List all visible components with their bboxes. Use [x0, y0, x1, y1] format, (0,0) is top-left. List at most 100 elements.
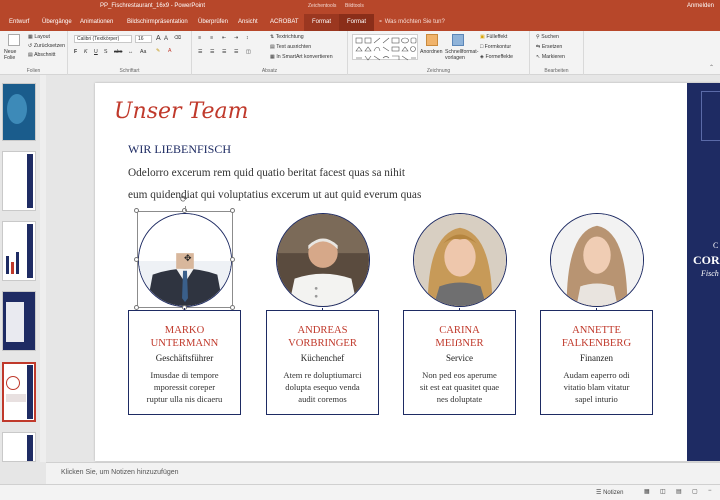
shape-outline-button[interactable]: □ Formkontur — [480, 44, 511, 50]
status-bar: ☰ Notizen ▦ ◫ ▤ ▢ − — [0, 484, 720, 500]
text-direction-button[interactable]: ⇅ Textrichtung — [270, 34, 304, 40]
slide-body-line[interactable]: eum quidendiat qui voluptatius excerum u… — [128, 189, 421, 201]
tab-view[interactable]: Ansicht — [238, 14, 258, 31]
slide-title[interactable]: Unser Team — [114, 99, 249, 124]
picture-tools-label: Bildtools — [345, 3, 364, 9]
notes-placeholder: Klicken Sie, um Notizen hinzuzufügen — [61, 469, 179, 476]
align-text-button[interactable]: ▤ Text ausrichten — [270, 44, 311, 50]
sign-in-link[interactable]: Anmelden — [687, 3, 714, 9]
description-line: Atem re doluptiumarci — [283, 370, 362, 380]
team-card-annette[interactable]: ANNETTE FALKENBERG Finanzen Audam eaperro… — [540, 310, 653, 415]
resize-handle[interactable] — [134, 208, 139, 213]
team-photo-andreas[interactable] — [276, 213, 370, 307]
thumbnail-circle — [6, 376, 20, 390]
indent-decrease-icon[interactable]: ⇤ — [222, 35, 226, 41]
description-line: mporessit coreper — [153, 382, 216, 392]
member-description: Audam eaperro odi vitatio blam vitatur sap… — [541, 369, 652, 405]
tab-acrobat[interactable]: ACROBAT — [270, 14, 299, 31]
tab-transitions[interactable]: Übergänge — [42, 14, 72, 31]
slide-thumbnail[interactable] — [2, 151, 36, 211]
team-photo-carina[interactable] — [413, 213, 507, 307]
tab-slideshow[interactable]: Bildschirmpräsentation — [127, 14, 188, 31]
layout-button[interactable]: ▦ Layout — [28, 34, 50, 40]
rotate-handle-icon[interactable]: ⟳ — [180, 194, 188, 205]
slide-sorter-icon[interactable]: ◫ — [660, 488, 666, 495]
char-spacing-icon[interactable]: ↔ — [128, 49, 133, 55]
columns-icon[interactable]: ◫ — [246, 49, 251, 55]
align-left-icon[interactable]: ☰ — [198, 49, 203, 55]
new-slide-button[interactable]: Neue Folie — [4, 49, 24, 61]
drawing-tools-label: Zeichentools — [308, 3, 337, 9]
select-button[interactable]: ↖ Markieren — [536, 54, 565, 60]
font-size-box[interactable]: 16 — [135, 35, 152, 43]
slide-body-line[interactable]: Odelorro excerum rem quid quatio beritat… — [128, 167, 405, 179]
resize-handle[interactable] — [230, 208, 235, 213]
grow-font-button[interactable]: A — [156, 35, 161, 42]
font-name-box[interactable]: Calibri (Textkörper) — [74, 35, 132, 43]
team-card-andreas[interactable]: ANDREAS VORBRINGER Küchenchef Atem re dol… — [266, 310, 379, 415]
line-spacing-icon[interactable]: ↕ — [246, 35, 249, 41]
tab-format-drawing[interactable]: Format — [304, 14, 340, 31]
notes-toggle-button[interactable]: ☰ Notizen — [596, 489, 623, 496]
slide-thumbnail-current[interactable] — [2, 362, 36, 422]
notes-pane[interactable]: Klicken Sie, um Notizen hinzuzufügen — [46, 462, 720, 484]
highlight-icon[interactable]: ✎ — [156, 48, 160, 54]
shapes-gallery[interactable] — [352, 34, 418, 61]
shape-effects-button[interactable]: ◈ Formeffekte — [480, 54, 513, 60]
tab-format-picture[interactable]: Format — [339, 14, 375, 31]
collapse-ribbon-icon[interactable]: ⌃ — [709, 64, 714, 71]
align-right-icon[interactable]: ☰ — [222, 49, 227, 55]
shape-fill-button[interactable]: ▣ Fülleffekt — [480, 34, 507, 40]
description-line: Imusdae di tempore — [150, 370, 219, 380]
replace-button[interactable]: ⇆ Ersetzen — [536, 44, 562, 50]
underline-button[interactable]: U — [94, 49, 98, 55]
team-card-carina[interactable]: CARINA MEIẞNER Service Non ped eos aperum… — [403, 310, 516, 415]
section-button[interactable]: ▤ Abschnitt — [28, 52, 55, 58]
slide-thumbnail[interactable] — [2, 291, 36, 351]
slide-thumbnail[interactable] — [2, 221, 36, 281]
tab-animations[interactable]: Animationen — [80, 14, 113, 31]
shrink-font-button[interactable]: A — [164, 36, 168, 42]
smartart-button[interactable]: ▦ In SmartArt konvertieren — [270, 54, 333, 60]
team-photo-annette[interactable] — [550, 213, 644, 307]
justify-icon[interactable]: ☰ — [234, 49, 239, 55]
group-label-font: Schriftart — [119, 68, 140, 74]
resize-handle[interactable] — [230, 257, 235, 262]
clear-format-icon[interactable]: ⌫ — [174, 35, 181, 41]
reading-view-icon[interactable]: ▤ — [676, 488, 682, 495]
slideshow-view-icon[interactable]: ▢ — [692, 488, 698, 495]
normal-view-icon[interactable]: ▦ — [644, 488, 650, 495]
shape-fill-label: Fülleffekt — [486, 34, 508, 40]
resize-handle[interactable] — [134, 257, 139, 262]
change-case-icon[interactable]: Aa — [140, 49, 146, 55]
find-button[interactable]: ⚲ Suchen — [536, 34, 559, 40]
team-card-marko[interactable]: MARKO UNTERMANN Geschäftsführer Imusdae d… — [128, 310, 241, 415]
arrange-button[interactable]: Anordnen — [420, 49, 443, 55]
bold-button[interactable]: F — [74, 49, 77, 55]
slide-subtitle[interactable]: WIR LIEBENFISCH — [128, 142, 231, 157]
slide-sidebar-decoration: C CORO Fisch — [687, 83, 720, 461]
align-center-icon[interactable]: ☰ — [210, 49, 215, 55]
slide-thumbnail[interactable] — [2, 83, 36, 141]
indent-increase-icon[interactable]: ⇥ — [234, 35, 238, 41]
italic-button[interactable]: K — [84, 49, 87, 55]
strikethrough-button[interactable]: abc — [114, 49, 122, 55]
member-last-name: MEIẞNER — [435, 338, 484, 349]
group-font: Calibri (Textkörper) 16 A A ⌫ F K U S ab… — [68, 31, 192, 75]
slide-canvas[interactable]: Unser Team WIR LIEBENFISCH Odelorro exce… — [95, 83, 720, 461]
reset-button[interactable]: ↺ Zurücksetzen — [28, 43, 65, 49]
numbering-icon[interactable]: ≡ — [210, 35, 213, 41]
tell-me-box[interactable]: ⚬ Was möchten Sie tun? — [378, 14, 445, 31]
font-color-icon[interactable]: A — [168, 48, 171, 54]
replace-label: Ersetzen — [541, 44, 563, 50]
tab-design[interactable]: Entwurf — [9, 14, 29, 31]
smartart-icon: ▦ — [270, 54, 275, 60]
thumbnail-panel — [6, 302, 24, 342]
quick-styles-button[interactable]: Schnellformat-vorlagen — [445, 49, 478, 61]
zoom-out-icon[interactable]: − — [708, 488, 712, 494]
bullets-icon[interactable]: ≡ — [198, 35, 201, 41]
tab-review[interactable]: Überprüfen — [198, 14, 228, 31]
slide-thumbnail[interactable] — [2, 432, 36, 462]
shadow-button[interactable]: S — [104, 49, 107, 55]
title-bar: PP_Fischrestaurant_16x9 - PowerPoint Zei… — [0, 0, 720, 14]
